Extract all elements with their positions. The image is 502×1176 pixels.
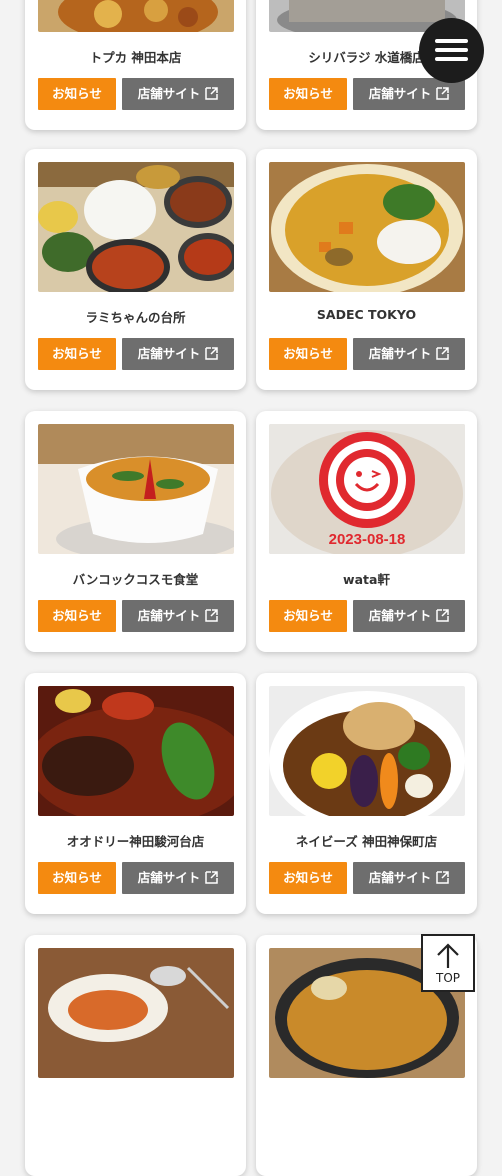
shop-site-label: 店舗サイト [137, 608, 201, 623]
shop-site-label: 店舗サイト [137, 346, 201, 361]
shop-card [25, 935, 246, 1176]
notice-button[interactable]: お知らせ [269, 338, 347, 370]
external-link-icon [205, 871, 218, 884]
external-link-icon [436, 87, 449, 100]
shop-photo[interactable] [38, 0, 234, 32]
shop-site-label: 店舗サイト [368, 870, 432, 885]
external-link-icon [436, 347, 449, 360]
menu-button[interactable] [419, 18, 484, 83]
shop-site-button[interactable]: 店舗サイト [122, 600, 234, 632]
external-link-icon [205, 609, 218, 622]
shop-card: バンコックコスモ食堂 お知らせ 店舗サイト [25, 411, 246, 652]
shop-photo[interactable] [38, 424, 234, 554]
arrow-up-icon [437, 943, 459, 968]
notice-button[interactable]: お知らせ [269, 78, 347, 110]
shop-name: オオドリー神田駿河台店 [66, 834, 205, 849]
back-to-top-label: TOP [435, 971, 460, 985]
photo-date: 2023-08-18 [329, 531, 406, 548]
shop-photo[interactable] [38, 162, 234, 292]
shop-site-button[interactable]: 店舗サイト [122, 78, 234, 110]
shop-site-button[interactable]: 店舗サイト [122, 338, 234, 370]
shop-site-label: 店舗サイト [368, 86, 432, 101]
shop-photo[interactable] [269, 686, 465, 816]
shop-site-label: 店舗サイト [368, 608, 432, 623]
shop-card: ネイビーズ 神田神保町店 お知らせ 店舗サイト [256, 673, 477, 914]
external-link-icon [436, 871, 449, 884]
shop-name: wata軒 [343, 572, 390, 587]
notice-button[interactable]: お知らせ [38, 862, 116, 894]
shop-card: オオドリー神田駿河台店 お知らせ 店舗サイト [25, 673, 246, 914]
shop-name: ネイビーズ 神田神保町店 [295, 834, 438, 849]
hamburger-menu-icon [435, 39, 468, 43]
shop-photo[interactable] [38, 686, 234, 816]
shop-site-label: 店舗サイト [137, 870, 201, 885]
external-link-icon [205, 347, 218, 360]
external-link-icon [436, 609, 449, 622]
external-link-icon [205, 87, 218, 100]
shop-site-label: 店舗サイト [368, 346, 432, 361]
shop-card: 2023-08-18 wata軒 お知らせ 店舗サイト [256, 411, 477, 652]
shop-site-button[interactable]: 店舗サイト [353, 600, 465, 632]
shop-name: トプカ 神田本店 [89, 50, 182, 65]
notice-button[interactable]: お知らせ [38, 338, 116, 370]
shop-card: トプカ 神田本店 お知らせ 店舗サイト [25, 0, 246, 130]
shop-photo[interactable] [38, 948, 234, 1078]
shop-site-button[interactable]: 店舗サイト [353, 338, 465, 370]
shop-photo[interactable] [269, 162, 465, 292]
notice-button[interactable]: お知らせ [269, 862, 347, 894]
shop-name: SADEC TOKYO [316, 307, 417, 322]
notice-button[interactable]: お知らせ [269, 600, 347, 632]
shop-site-label: 店舗サイト [137, 86, 201, 101]
hamburger-menu-icon [435, 48, 468, 52]
notice-button[interactable]: お知らせ [38, 600, 116, 632]
shop-site-button[interactable]: 店舗サイト [122, 862, 234, 894]
shop-name: バンコックコスモ食堂 [72, 572, 199, 587]
notice-button[interactable]: お知らせ [38, 78, 116, 110]
back-to-top-button[interactable]: TOP [421, 934, 475, 992]
hamburger-menu-icon [435, 57, 468, 61]
shop-photo[interactable]: 2023-08-18 [269, 424, 465, 554]
shop-site-button[interactable]: 店舗サイト [353, 862, 465, 894]
shop-card: ラミちゃんの台所 お知らせ 店舗サイト [25, 149, 246, 390]
shop-card: SADEC TOKYO お知らせ 店舗サイト [256, 149, 477, 390]
shop-name: ラミちゃんの台所 [85, 310, 186, 325]
